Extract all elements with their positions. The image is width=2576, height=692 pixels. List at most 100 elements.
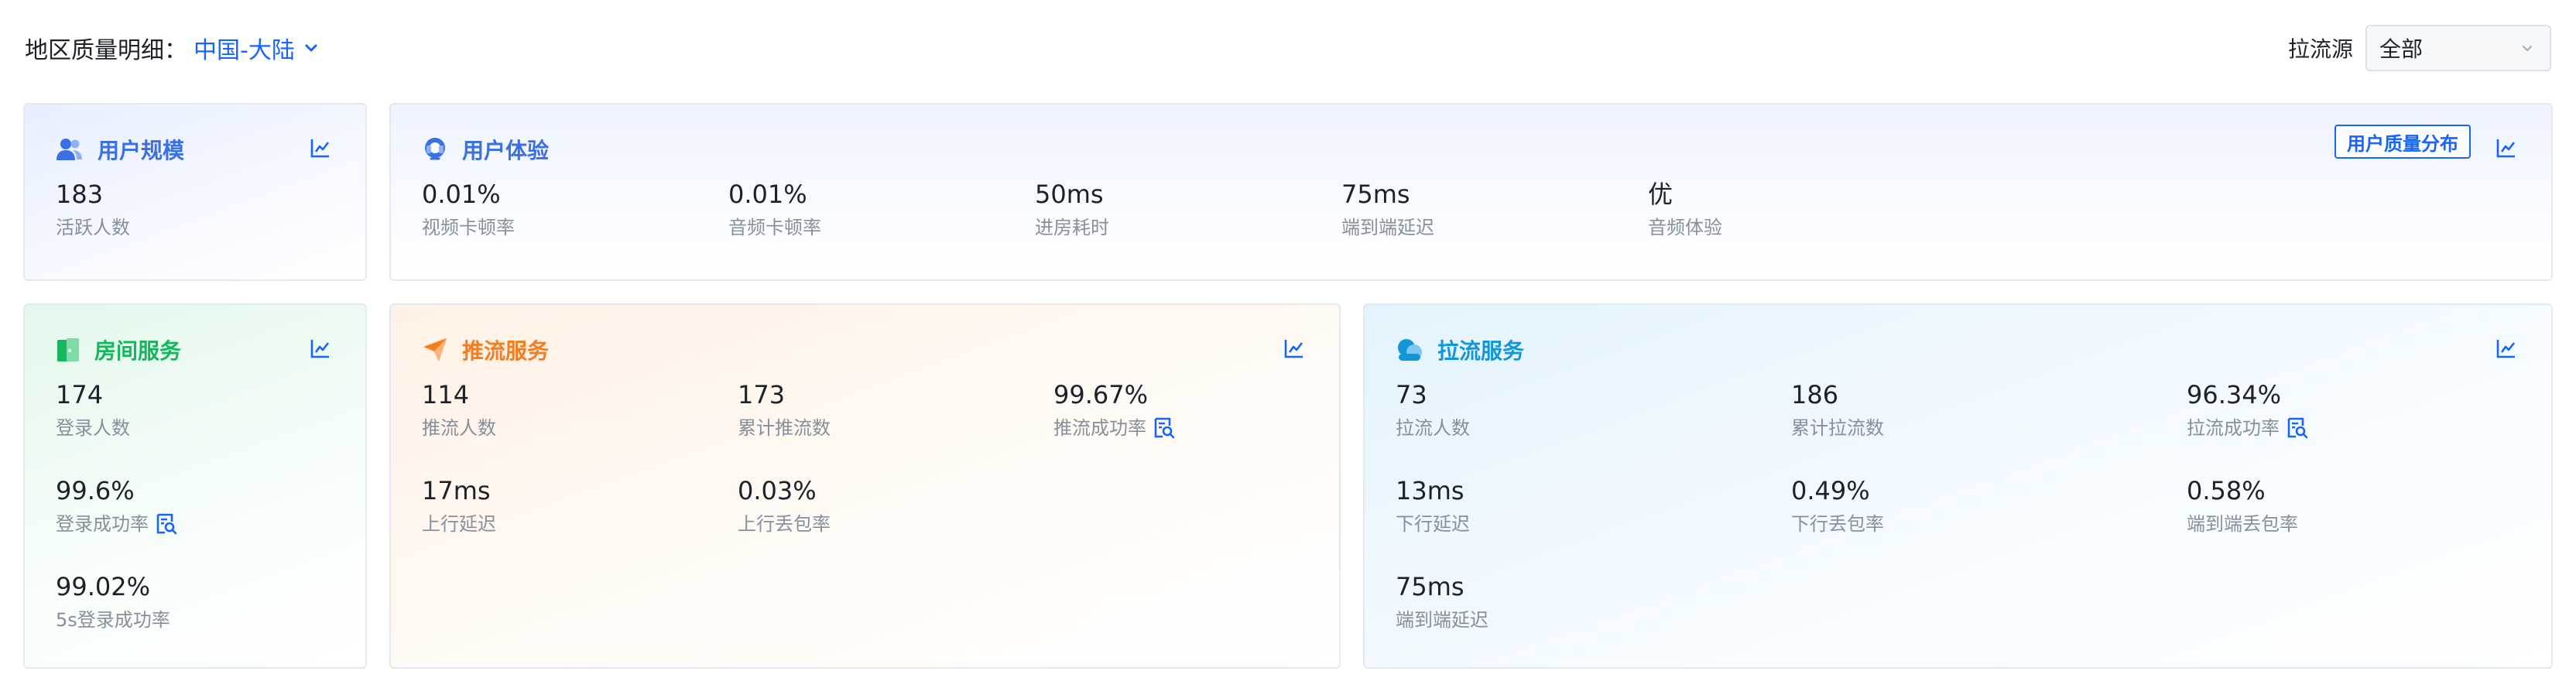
trend-chart-button[interactable]: [305, 333, 336, 364]
metric-value: 13ms: [1396, 476, 1464, 505]
card-header: 用户体验: [422, 134, 549, 165]
diagnose-search-icon: [2287, 417, 2308, 439]
metric-label: 推流成功率: [1053, 415, 1176, 441]
metric-value: 0.01%: [728, 180, 807, 209]
metric-e2e-latency: 75ms 端到端延迟: [1341, 179, 1434, 241]
headset-icon: [425, 138, 445, 160]
metric-label: 累计推流数: [738, 415, 831, 441]
send-plane-icon: [423, 338, 447, 361]
chevron-down-icon: [305, 44, 317, 52]
metric-value: 186: [1791, 380, 1839, 409]
diagnose-button[interactable]: [2286, 416, 2309, 440]
metric-value: 174: [56, 380, 104, 409]
region-selector[interactable]: 中国-大陆: [194, 31, 320, 65]
metric-label-text: 活跃人数: [56, 217, 130, 238]
chevron-down-icon: [2522, 45, 2533, 52]
metric-login-users: 174 登录人数: [56, 379, 130, 441]
metric-label-text: 端到端丢包率: [2187, 513, 2298, 535]
diagnose-button[interactable]: [1153, 416, 1176, 440]
metric-label: 端到端丢包率: [2187, 511, 2298, 537]
card-header: 拉流服务: [1396, 334, 1524, 365]
metric-value: 75ms: [1396, 572, 1464, 601]
cloud-icon: [1398, 339, 1422, 361]
metric-audio-stall-rate: 0.01% 音频卡顿率: [728, 179, 821, 241]
metric-join-room-time: 50ms 进房耗时: [1035, 179, 1109, 241]
metric-audio-experience: 优 音频体验: [1648, 179, 1722, 241]
metric-label-text: 下行延迟: [1396, 513, 1470, 535]
page-header: 地区质量明细： 中国-大陆: [25, 28, 320, 68]
metric-label: 下行延迟: [1396, 511, 1470, 537]
pull-service-card: 拉流服务 73 拉流人数 186 累计拉流数 96.34% 拉流成功率 13ms…: [1363, 303, 2553, 669]
metric-label: 音频体验: [1648, 214, 1722, 241]
room-service-card: 房间服务 174 登录人数 99.6% 登录成功率 99.02% 5s登录成功率: [23, 303, 367, 669]
metric-label: 下行丢包率: [1791, 511, 1884, 537]
metric-label-text: 累计拉流数: [1791, 417, 1884, 439]
metric-label: 视频卡顿率: [422, 214, 515, 241]
metric-label: 拉流成功率: [2187, 415, 2309, 441]
trend-chart-button[interactable]: [2491, 333, 2522, 364]
trend-chart-icon: [2496, 340, 2516, 358]
metric-label-text: 进房耗时: [1035, 217, 1109, 238]
card-header: 用户规模: [56, 134, 184, 165]
metric-push-success-rate: 99.67% 推流成功率: [1053, 379, 1176, 441]
metric-value: 75ms: [1341, 180, 1410, 209]
metric-value: 183: [56, 180, 104, 209]
metric-label-text: 累计推流数: [738, 417, 831, 439]
region-label: 中国-大陆: [194, 37, 295, 64]
users-icon: [57, 139, 82, 160]
metric-label: 推流人数: [422, 415, 496, 441]
metric-push-users: 114 推流人数: [422, 379, 496, 441]
trend-chart-icon: [1284, 340, 1303, 358]
metric-pull-users: 73 拉流人数: [1396, 379, 1470, 441]
metric-active-users: 183 活跃人数: [56, 179, 130, 241]
door-icon: [57, 338, 79, 361]
metric-label: 活跃人数: [56, 214, 130, 241]
diagnose-search-icon: [1154, 417, 1175, 439]
user-quality-distribution-button[interactable]: 用户质量分布: [2334, 125, 2471, 159]
trend-chart-button[interactable]: [2491, 132, 2522, 163]
metric-downlink-packet-loss: 0.49% 下行丢包率: [1791, 475, 1884, 537]
metric-value: 114: [422, 380, 470, 409]
metric-total-push-streams: 173 累计推流数: [738, 379, 831, 441]
metric-label: 上行丢包率: [738, 511, 831, 537]
metric-value: 99.6%: [56, 476, 135, 505]
metric-label-text: 视频卡顿率: [422, 217, 515, 238]
metric-label-text: 下行丢包率: [1791, 513, 1884, 535]
metric-uplink-latency: 17ms 上行延迟: [422, 475, 496, 537]
metric-value: 173: [738, 380, 786, 409]
metric-label-text: 拉流人数: [1396, 417, 1470, 439]
metric-label: 进房耗时: [1035, 214, 1109, 241]
metric-label: 上行延迟: [422, 511, 496, 537]
user-scale-card: 用户规模 183 活跃人数: [23, 103, 367, 281]
metric-value: 50ms: [1035, 180, 1104, 209]
metric-uplink-packet-loss: 0.03% 上行丢包率: [738, 475, 831, 537]
trend-chart-button[interactable]: [305, 132, 336, 163]
metric-label-text: 5s登录成功率: [56, 609, 170, 631]
metric-label-text: 上行延迟: [422, 513, 496, 535]
metric-video-stall-rate: 0.01% 视频卡顿率: [422, 179, 515, 241]
pull-source-select[interactable]: 全部: [2365, 25, 2551, 71]
metric-pull-success-rate: 96.34% 拉流成功率: [2187, 379, 2309, 441]
metric-value: 0.49%: [1791, 476, 1870, 505]
metric-label: 端到端延迟: [1341, 214, 1434, 241]
metric-label: 累计拉流数: [1791, 415, 1884, 441]
metric-label: 音频卡顿率: [728, 214, 821, 241]
metric-label-text: 登录成功率: [56, 513, 149, 535]
trend-chart-button[interactable]: [1279, 333, 1310, 364]
diagnose-button[interactable]: [155, 512, 178, 536]
metric-e2e-packet-loss: 0.58% 端到端丢包率: [2187, 475, 2298, 537]
metric-value: 73: [1396, 380, 1427, 409]
metric-e2e-latency: 75ms 端到端延迟: [1396, 571, 1488, 633]
page-title: 地区质量明细：: [25, 37, 187, 64]
metric-downlink-latency: 13ms 下行延迟: [1396, 475, 1470, 537]
metric-label-text: 端到端延迟: [1396, 609, 1488, 631]
metric-value: 优: [1648, 180, 1673, 209]
region-quality-page: 地区质量明细： 中国-大陆 拉流源 全部 用户规模 183 活跃人数 用户体验 …: [0, 0, 2576, 692]
metric-label-text: 音频体验: [1648, 217, 1722, 238]
card-title: 用户体验: [462, 138, 550, 163]
metric-total-pull-streams: 186 累计拉流数: [1791, 379, 1884, 441]
user-experience-card: 用户体验 用户质量分布 0.01% 视频卡顿率 0.01% 音频卡顿率 50ms…: [389, 103, 2553, 281]
card-header: 推流服务: [422, 334, 549, 365]
metric-label: 登录人数: [56, 415, 130, 441]
metric-value: 0.58%: [2187, 476, 2266, 505]
